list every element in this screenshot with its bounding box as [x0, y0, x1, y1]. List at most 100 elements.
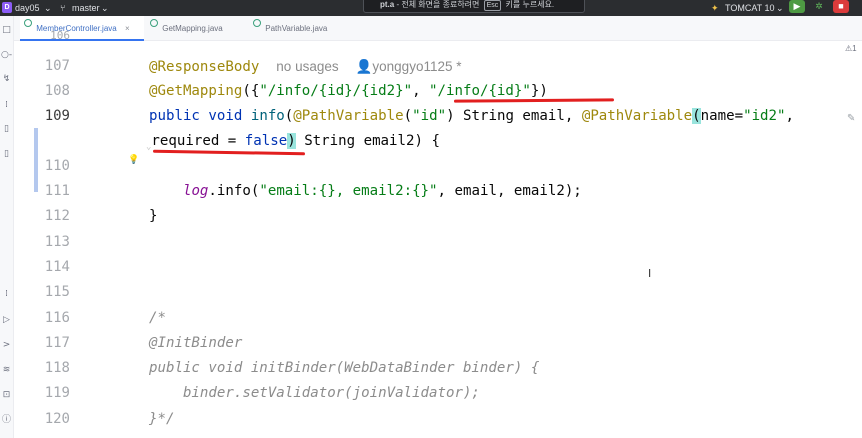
annotation-token: @ResponseBody: [149, 59, 260, 75]
line-number-gutter[interactable]: 106 107 108 109 110 111 112 113 114 115 …: [14, 29, 140, 438]
code-token: .info(: [208, 183, 260, 199]
code-line-120: }*/: [149, 411, 175, 427]
line-number: 107: [44, 58, 70, 74]
project-name[interactable]: day05: [15, 1, 40, 15]
java-class-icon: c: [24, 19, 32, 27]
notice-esc-key: Esc: [483, 0, 502, 11]
code-token: ({: [242, 83, 260, 99]
line-number: 116: [44, 310, 70, 326]
debug-icon[interactable]: ✲: [811, 0, 827, 13]
code-line-107: @ResponseBody no usages 👤yonggyo1125 *: [149, 54, 461, 79]
code-line-112: }: [149, 208, 158, 224]
code-line-119: binder.setValidator(joinValidator);: [149, 385, 480, 401]
code-line-109: public void info(@PathVariable("id") Str…: [149, 104, 794, 129]
code-line-118: public void initBinder(WebDataBinder bin…: [149, 360, 540, 376]
problems-tool-icon[interactable]: ⊡: [1, 390, 12, 401]
line-number: 114: [44, 259, 70, 275]
services-tool-icon[interactable]: ⁞: [1, 289, 12, 300]
info-tool-icon[interactable]: ⓘ: [1, 415, 12, 426]
lightbulb-icon[interactable]: 💡: [128, 156, 139, 165]
tab-path-variable[interactable]: @ PathVariable.java: [251, 16, 351, 41]
tab-close-icon[interactable]: ×: [125, 24, 130, 33]
bracket-highlight: (: [692, 108, 701, 124]
line-number: 115: [44, 284, 70, 300]
annotation-icon: @: [150, 19, 158, 27]
run-config-chevron-icon[interactable]: ⌄: [776, 1, 784, 15]
string-token: "/info/{id}/{id2}": [259, 83, 413, 99]
code-token: (: [403, 108, 413, 124]
keyword-token: public: [149, 108, 200, 124]
notice-text: - 전체 화면을 종료하려면: [396, 0, 480, 9]
code-token: ,: [412, 83, 430, 99]
keyword-token: void: [199, 108, 251, 124]
stop-icon[interactable]: ■: [833, 0, 849, 13]
editor-tab-bar: c MemberController.java × @ GetMapping.j…: [14, 16, 862, 41]
string-token: "/info/{id}": [429, 83, 531, 99]
line-number: 111: [44, 183, 70, 199]
string-token: "id2": [743, 108, 786, 124]
line-number: 117: [44, 335, 70, 351]
title-bar: D day05 ⌄ ⑂ master ⌄ pt.a - 전체 화면을 종료하려면…: [0, 0, 862, 16]
bookmarks-tool-icon[interactable]: ▯: [1, 124, 12, 135]
line-number: 109: [44, 108, 70, 124]
layers-tool-icon[interactable]: ≋: [1, 365, 12, 376]
tab-label: GetMapping.java: [162, 24, 223, 33]
code-token: String email2) {: [295, 133, 440, 149]
line-number: 120: [44, 411, 70, 427]
vcs-change-marker[interactable]: [34, 128, 38, 192]
line-number: 106: [50, 29, 70, 42]
usages-hint[interactable]: no usages: [276, 59, 338, 74]
database-tool-icon[interactable]: ▯: [1, 149, 12, 160]
code-line-111: log.info("email:{}, email2:{}", email, e…: [149, 179, 582, 204]
annotation-icon: @: [253, 19, 261, 27]
fullscreen-notice: pt.a - 전체 화면을 종료하려면 Esc 키를 누르세요.: [363, 0, 585, 13]
annotation-token: @PathVariable: [581, 108, 693, 124]
bracket-highlight: ): [287, 133, 296, 149]
structure-tool-icon[interactable]: ⁞: [1, 100, 12, 111]
tool-window-strip: □ ○- ↯ ⁞ ▯ ▯ ⁞ ▷ > ≋ ⊡ ⓘ: [0, 16, 14, 438]
code-editor[interactable]: @ResponseBody no usages 👤yonggyo1125 * @…: [140, 41, 862, 438]
inspection-warning-icon[interactable]: ⚠1: [845, 44, 857, 53]
string-token: "id": [412, 108, 447, 124]
line-number: 108: [44, 83, 70, 99]
line-number: 112: [44, 208, 70, 224]
run-tool-icon[interactable]: ▷: [1, 315, 12, 326]
notice-prefix: pt.a: [380, 0, 395, 9]
project-chevron-icon[interactable]: ⌄: [44, 1, 52, 15]
project-badge[interactable]: D: [2, 2, 12, 13]
string-token: "email:{}, email2:{}": [259, 183, 438, 199]
annotation-token: @GetMapping: [149, 83, 243, 99]
branch-chevron-icon[interactable]: ⌄: [101, 1, 109, 15]
method-name-token: info: [250, 108, 285, 124]
terminal-tool-icon[interactable]: >: [1, 340, 12, 351]
code-token: ) String email,: [446, 108, 582, 124]
code-token: required =: [151, 133, 245, 149]
code-token: }): [530, 83, 548, 99]
mouse-cursor-ibeam: I: [648, 267, 652, 280]
tab-label: PathVariable.java: [265, 24, 328, 33]
branch-name[interactable]: master: [72, 1, 100, 15]
run-icon[interactable]: ▶: [789, 0, 805, 13]
code-line-116: /*: [149, 310, 166, 326]
author-hint-icon: 👤: [355, 59, 373, 74]
code-token: , email, email2);: [437, 183, 582, 199]
line-number: 119: [44, 385, 70, 401]
annotation-token: @PathVariable: [293, 108, 404, 124]
pull-requests-icon[interactable]: ↯: [1, 74, 12, 85]
code-line-117: @InitBinder: [149, 335, 243, 351]
edit-hint-icon[interactable]: ✎: [847, 113, 855, 124]
run-config-selector[interactable]: TOMCAT 10: [725, 1, 775, 15]
tab-get-mapping[interactable]: @ GetMapping.java: [148, 16, 248, 41]
keyword-token: false: [244, 133, 288, 149]
line-number: 110: [44, 158, 70, 174]
tomcat-icon: ✦: [711, 3, 719, 13]
line-number: 118: [44, 360, 70, 376]
line-number: 113: [44, 234, 70, 250]
notice-suffix: 키를 누르세요.: [505, 0, 555, 9]
commit-tool-icon[interactable]: ○-: [1, 50, 12, 61]
field-token: log: [182, 183, 209, 199]
author-hint[interactable]: yonggyo1125 *: [372, 59, 461, 74]
project-tool-icon[interactable]: □: [1, 25, 12, 36]
branch-icon: ⑂: [60, 3, 66, 13]
